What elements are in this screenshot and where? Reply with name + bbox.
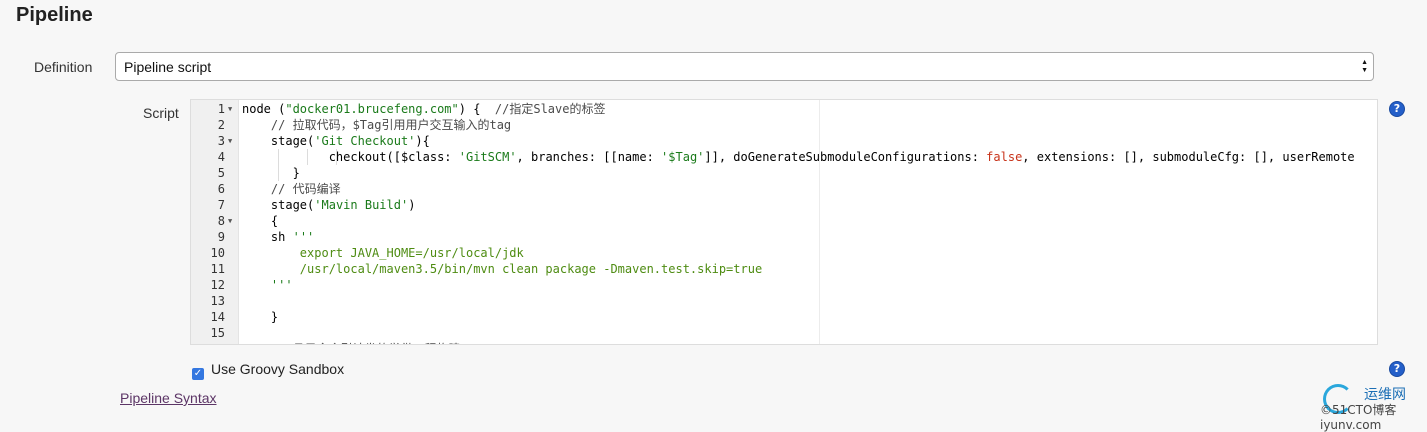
line-number: 12	[210, 278, 225, 292]
sandbox-help-icon[interactable]: ?	[1390, 362, 1404, 376]
code-line[interactable]: 11 /usr/local/maven3.5/bin/mvn clean pac…	[191, 261, 1377, 277]
code-text: checkout([$class: 'GitSCM', branches: [[…	[328, 150, 1355, 164]
code-text: // 拉取代码，$Tag引用用户交互输入的tag	[270, 118, 512, 132]
code-text: stage('Mavin Build')	[270, 198, 416, 212]
code-line[interactable]: 3 ▼ stage('Git Checkout'){	[191, 133, 1377, 149]
code-line[interactable]: 10 export JAVA_HOME=/usr/local/jdk	[191, 245, 1377, 261]
code-line[interactable]: 2 // 拉取代码，$Tag引用用户交互输入的tag	[191, 117, 1377, 133]
section-title: Pipeline	[16, 4, 93, 26]
code-text: stage('Git Checkout'){	[270, 134, 430, 148]
code-line[interactable]: 12 '''	[191, 277, 1377, 293]
fold-toggle-icon[interactable]: ▼	[228, 213, 232, 229]
line-number: 5	[217, 166, 225, 180]
fold-toggle-icon[interactable]: ▼	[228, 101, 232, 117]
line-number: 1	[217, 102, 225, 116]
line-number: 6	[217, 182, 225, 196]
watermark: 运维网 ©51CTO博客 iyunv.com	[1320, 384, 1424, 432]
code-text: sh '''	[270, 230, 315, 244]
code-line[interactable]: 5 }	[191, 165, 1377, 181]
code-line[interactable]: 15	[191, 325, 1377, 341]
code-text: node ("docker01.brucefeng.com") { //指定Sl…	[242, 102, 606, 116]
code-line[interactable]: 13	[191, 293, 1377, 309]
code-text: /usr/local/maven3.5/bin/mvn clean packag…	[299, 262, 763, 276]
line-number: 2	[217, 118, 225, 132]
code-text: // 代码编译	[270, 182, 341, 196]
code-text: {	[270, 214, 279, 228]
code-line[interactable]: 7 stage('Mavin Build')	[191, 197, 1377, 213]
line-number: 8	[217, 214, 225, 228]
definition-label: Definition	[34, 59, 93, 75]
line-number: 4	[217, 150, 225, 164]
definition-selected-value: Pipeline script	[124, 59, 212, 75]
groovy-sandbox-label: Use Groovy Sandbox	[211, 361, 345, 377]
code-text: // 且目命令引计发的举供工程构建	[242, 341, 461, 344]
code-text: }	[270, 310, 279, 324]
code-line[interactable]: 1 ▼ node ("docker01.brucefeng.com") { //指定…	[191, 101, 1377, 117]
groovy-sandbox-checkbox[interactable]: ✓	[192, 368, 204, 380]
code-text: }	[292, 166, 300, 180]
code-line[interactable]: 6 // 代码编译	[191, 181, 1377, 197]
line-number: 9	[217, 230, 225, 244]
select-arrows-icon: ▲ ▼	[1361, 59, 1368, 74]
line-number: 13	[210, 294, 225, 308]
code-text: export JAVA_HOME=/usr/local/jdk	[299, 246, 524, 260]
script-editor[interactable]: 1 ▼ node ("docker01.brucefeng.com") { //指定…	[190, 99, 1378, 345]
line-number: 15	[210, 326, 225, 340]
code-line[interactable]: 4 checkout([$class: 'GitSCM', branches: …	[191, 149, 1377, 165]
line-number: 11	[210, 262, 225, 276]
pipeline-syntax-link[interactable]: Pipeline Syntax	[120, 390, 217, 406]
code-line[interactable]: 14 }	[191, 309, 1377, 325]
line-number: 14	[210, 310, 225, 324]
line-number: 16	[191, 341, 225, 344]
script-help-icon[interactable]: ?	[1390, 102, 1404, 116]
watermark-sub: ©51CTO博客 iyunv.com	[1320, 403, 1397, 432]
script-label: Script	[143, 105, 179, 121]
fold-toggle-icon[interactable]: ▼	[228, 133, 232, 149]
code-line[interactable]: 9 sh '''	[191, 229, 1377, 245]
code-line[interactable]: 8 ▼ {	[191, 213, 1377, 229]
code-line[interactable]: 16 // 且目命令引计发的举供工程构建	[191, 341, 1377, 344]
line-number: 7	[217, 198, 225, 212]
line-number: 3	[217, 134, 225, 148]
code-text: '''	[270, 278, 293, 292]
line-number: 10	[210, 246, 225, 260]
definition-select[interactable]: Pipeline script ▲ ▼	[115, 52, 1374, 81]
